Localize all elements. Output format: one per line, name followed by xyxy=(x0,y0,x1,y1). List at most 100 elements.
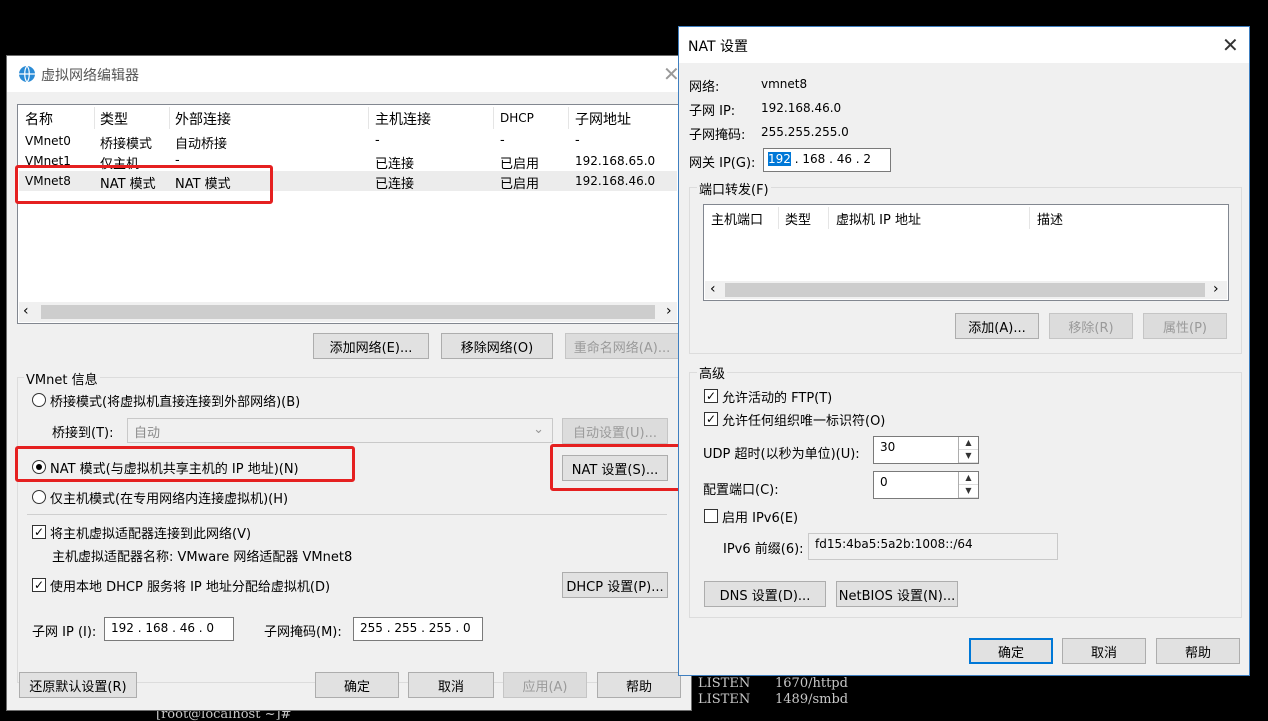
scroll-thumb[interactable] xyxy=(41,305,655,319)
header-separator xyxy=(778,207,779,229)
udp-timeout-input[interactable]: 30 ▲ ▼ xyxy=(873,436,979,464)
auto-settings-button[interactable]: 自动设置(U)... xyxy=(562,418,668,444)
pf-add-button[interactable]: 添加(A)... xyxy=(955,313,1039,339)
allow-ftp-label[interactable]: 允许活动的 FTP(T) xyxy=(722,387,832,406)
highlight-nat-settings xyxy=(550,444,681,491)
nat-cancel-button[interactable]: 取消 xyxy=(1062,638,1146,664)
subnet-mask-input[interactable]: 255 . 255 . 255 . 0 xyxy=(353,617,483,641)
remove-network-button[interactable]: 移除网络(O) xyxy=(441,333,553,359)
spin-down-icon[interactable]: ▼ xyxy=(959,450,978,463)
bridge-to-select[interactable]: 自动 ⌄ xyxy=(127,418,553,443)
nat-titlebar[interactable]: NAT 设置 ✕ xyxy=(679,27,1249,63)
connect-adapter-label[interactable]: 将主机虚拟适配器连接到此网络(V) xyxy=(50,523,251,542)
host-only-radio[interactable] xyxy=(32,490,46,504)
subnet-ip-label: 子网 IP (I): xyxy=(32,625,97,640)
network-label: 网络: xyxy=(689,80,720,95)
bridge-mode-radio[interactable] xyxy=(32,393,46,407)
col-header-subnet[interactable]: 子网地址 xyxy=(575,109,631,129)
nat-subnet-mask-label: 子网掩码: xyxy=(689,128,746,143)
config-port-input[interactable]: 0 ▲ ▼ xyxy=(873,471,979,499)
dhcp-settings-button[interactable]: DHCP 设置(P)... xyxy=(562,572,668,598)
port-forwarding-label: 端口转发(F) xyxy=(697,179,771,198)
header-separator xyxy=(568,107,569,129)
row-vmnet0-name[interactable]: VMnet0 xyxy=(25,134,71,148)
subnet-ip-input[interactable]: 192 . 168 . 46 . 0 xyxy=(104,617,234,641)
allow-uuid-label[interactable]: 允许任何组织唯一标识符(O) xyxy=(722,410,885,429)
virtual-network-editor-window: 虚拟网络编辑器 ✕ 名称 类型 外部连接 主机连接 DHCP 子网地址 VMne… xyxy=(6,55,692,711)
gateway-label: 网关 IP(G): xyxy=(689,156,756,171)
network-value: vmnet8 xyxy=(761,77,808,91)
dns-settings-button[interactable]: DNS 设置(D)... xyxy=(704,581,826,607)
col-header-host[interactable]: 主机连接 xyxy=(375,109,431,129)
editor-cancel-button[interactable]: 取消 xyxy=(408,672,494,698)
row-vmnet1-dhcp: 已启用 xyxy=(500,157,540,172)
nat-subnet-mask-value: 255.255.255.0 xyxy=(761,125,849,139)
use-dhcp-label[interactable]: 使用本地 DHCP 服务将 IP 地址分配给虚拟机(D) xyxy=(50,576,330,595)
pf-properties-button[interactable]: 属性(P) xyxy=(1143,313,1227,339)
gateway-ip-input[interactable]: 192 . 168 . 46 . 2 xyxy=(763,148,891,172)
pf-col-type[interactable]: 类型 xyxy=(785,209,811,228)
network-list-hscrollbar[interactable]: ‹ › xyxy=(19,302,677,322)
col-header-type[interactable]: 类型 xyxy=(100,109,128,129)
nat-title: NAT 设置 xyxy=(688,39,748,55)
editor-apply-button[interactable]: 应用(A) xyxy=(503,672,587,698)
bridge-mode-label[interactable]: 桥接模式(将虚拟机直接连接到外部网络)(B) xyxy=(50,391,300,410)
header-separator xyxy=(169,107,170,129)
spin-up-icon[interactable]: ▲ xyxy=(959,437,978,450)
allow-uuid-checkbox[interactable]: ✓ xyxy=(704,412,718,426)
gateway-rest: . 168 . 46 . 2 xyxy=(790,152,872,166)
pf-remove-button[interactable]: 移除(R) xyxy=(1049,313,1133,339)
spin-up-icon[interactable]: ▲ xyxy=(959,472,978,485)
scroll-left-icon[interactable]: ‹ xyxy=(23,303,29,319)
scroll-right-icon[interactable]: › xyxy=(666,303,672,319)
pf-col-host-port[interactable]: 主机端口 xyxy=(711,209,763,228)
netbios-settings-button[interactable]: NetBIOS 设置(N)... xyxy=(836,581,958,607)
pf-col-description[interactable]: 描述 xyxy=(1037,209,1063,228)
header-separator xyxy=(368,107,369,129)
ipv6-prefix-input[interactable]: fd15:4ba5:5a2b:1008::/64 xyxy=(808,533,1058,560)
row-vmnet1-subnet: 192.168.65.0 xyxy=(575,154,656,168)
bridge-to-value: 自动 xyxy=(134,426,161,441)
terminal-line-httpd: LISTEN 1670/httpd xyxy=(698,676,848,691)
pf-hscrollbar[interactable]: ‹ › xyxy=(705,281,1227,299)
highlight-nat-mode xyxy=(15,446,355,482)
config-port-spinner[interactable]: ▲ ▼ xyxy=(958,472,978,498)
row-vmnet0-external: 自动桥接 xyxy=(175,137,228,152)
spin-down-icon[interactable]: ▼ xyxy=(959,485,978,498)
nat-settings-window: NAT 设置 ✕ 网络: vmnet8 子网 IP: 192.168.46.0 … xyxy=(678,26,1250,676)
host-only-label[interactable]: 仅主机模式(在专用网络内连接虚拟机)(H) xyxy=(50,488,288,507)
divider xyxy=(27,514,667,515)
col-header-external[interactable]: 外部连接 xyxy=(175,109,231,129)
nat-subnet-ip-value: 192.168.46.0 xyxy=(761,101,842,115)
terminal-line-smbd: LISTEN 1489/smbd xyxy=(698,692,849,707)
editor-ok-button[interactable]: 确定 xyxy=(315,672,399,698)
nat-close-icon[interactable]: ✕ xyxy=(1222,35,1239,55)
enable-ipv6-label[interactable]: 启用 IPv6(E) xyxy=(722,507,798,526)
udp-timeout-spinner[interactable]: ▲ ▼ xyxy=(958,437,978,463)
scroll-right-icon[interactable]: › xyxy=(1213,281,1219,297)
network-list[interactable]: 名称 类型 外部连接 主机连接 DHCP 子网地址 VMnet0 桥接模式 自动… xyxy=(17,104,679,324)
advanced-label: 高级 xyxy=(697,363,728,382)
scroll-thumb[interactable] xyxy=(725,283,1205,297)
col-header-name[interactable]: 名称 xyxy=(25,109,53,129)
enable-ipv6-checkbox[interactable] xyxy=(704,509,718,523)
editor-help-button[interactable]: 帮助 xyxy=(597,672,681,698)
scroll-left-icon[interactable]: ‹ xyxy=(710,281,716,297)
use-dhcp-checkbox[interactable]: ✓ xyxy=(32,578,46,592)
col-header-dhcp[interactable]: DHCP xyxy=(500,111,534,125)
port-forwarding-list[interactable]: 主机端口 类型 虚拟机 IP 地址 描述 ‹ › xyxy=(703,204,1229,301)
adapter-name-text: 主机虚拟适配器名称: VMware 网络适配器 VMnet8 xyxy=(52,550,353,565)
pf-col-vm-ip[interactable]: 虚拟机 IP 地址 xyxy=(836,209,921,228)
connect-adapter-checkbox[interactable]: ✓ xyxy=(32,525,46,539)
rename-network-button[interactable]: 重命名网络(A)... xyxy=(565,333,679,359)
header-separator xyxy=(1029,207,1030,229)
subnet-mask-label: 子网掩码(M): xyxy=(264,625,342,640)
editor-titlebar[interactable]: 虚拟网络编辑器 ✕ xyxy=(7,56,691,92)
nat-ok-button[interactable]: 确定 xyxy=(969,638,1053,664)
restore-defaults-button[interactable]: 还原默认设置(R) xyxy=(19,672,137,698)
add-network-button[interactable]: 添加网络(E)... xyxy=(313,333,429,359)
nat-help-button[interactable]: 帮助 xyxy=(1156,638,1240,664)
config-port-value: 0 xyxy=(880,475,888,489)
row-vmnet8-subnet: 192.168.46.0 xyxy=(575,174,656,188)
allow-ftp-checkbox[interactable]: ✓ xyxy=(704,389,718,403)
